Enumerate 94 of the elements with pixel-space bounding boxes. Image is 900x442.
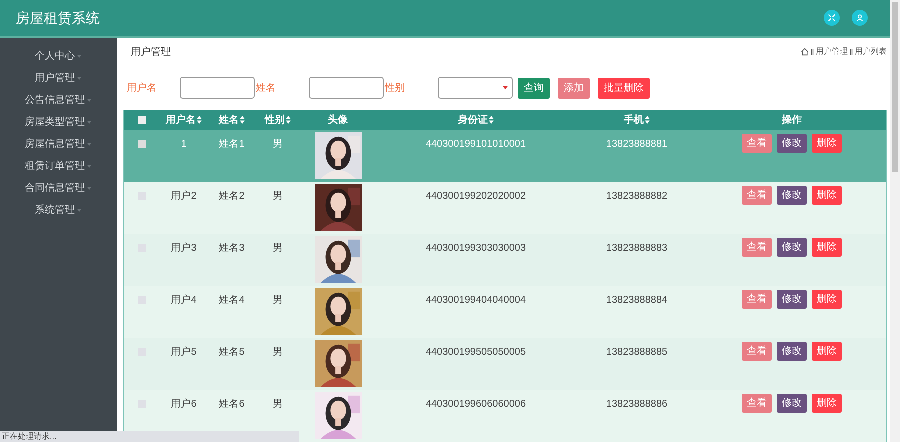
table-cell-text: 440300199202020002 (424, 190, 528, 204)
caret-icon (77, 76, 82, 80)
delete-button[interactable]: 删除 (812, 290, 842, 309)
page-title: 用户管理 (131, 46, 171, 60)
table-cell-text: 440300199101010001 (424, 138, 528, 152)
caret-icon (77, 54, 82, 58)
home-icon[interactable] (801, 48, 809, 56)
table-cell-text: 男 (272, 398, 284, 412)
caret-icon (87, 186, 92, 190)
caret-icon (87, 142, 92, 146)
table-cell-text: 男 (272, 346, 284, 360)
table-cell-text: 用户4 (170, 294, 198, 308)
table-cell-text: 姓名6 (218, 398, 246, 412)
table-cell-text: 440300199505050005 (424, 346, 528, 360)
edit-button[interactable]: 修改 (777, 238, 807, 257)
column-header: 头像 (327, 114, 349, 128)
caret-icon (87, 164, 92, 168)
select-all-checkbox[interactable] (138, 116, 146, 124)
sidebar-item[interactable]: 系统管理 (35, 202, 82, 218)
column-header[interactable]: 用户名 (160, 112, 208, 128)
table-cell-text: 1 (180, 138, 188, 152)
query-button[interactable]: 查询 (518, 78, 550, 99)
table-row[interactable]: 用户5 姓名5 男 440300199505050005 13823888885 查看 修改 删除 (124, 338, 886, 390)
separator-icon (850, 49, 853, 56)
sidebar-item[interactable]: 房屋信息管理 (25, 136, 92, 152)
sidebar-item[interactable]: 个人中心 (35, 48, 82, 64)
search-field[interactable] (309, 77, 384, 100)
table-cell-text: 男 (272, 242, 284, 256)
caret-icon (87, 120, 92, 124)
table-row[interactable]: 1 姓名1 男 440300199101010001 13823888881 查看 修改 删除 (124, 130, 886, 182)
field-label: 用户名 (127, 82, 158, 96)
table-cell-text: 用户6 (170, 398, 198, 412)
delete-button[interactable]: 删除 (812, 186, 842, 205)
delete-button[interactable]: 批量删除 (598, 78, 650, 99)
edit-button[interactable]: 修改 (777, 134, 807, 153)
table-cell-text: 用户5 (170, 346, 198, 360)
field-label: 姓名 (256, 82, 277, 96)
sidebar-item[interactable]: 合同信息管理 (25, 180, 92, 196)
table-row[interactable]: 用户3 姓名3 男 440300199303030003 13823888883 查看 修改 删除 (124, 234, 886, 286)
caret-icon (503, 86, 508, 90)
column-header: 操作 (780, 114, 803, 128)
delete-button[interactable]: 删除 (812, 342, 842, 361)
table-cell-text: 姓名4 (218, 294, 246, 308)
sort-icon[interactable] (286, 116, 291, 124)
table-cell-text: 13823888886 (605, 398, 669, 412)
table-cell-text: 男 (272, 190, 284, 204)
gender-select[interactable] (438, 77, 513, 100)
edit-button[interactable]: 修改 (777, 290, 807, 309)
sidebar-item[interactable]: 公告信息管理 (25, 92, 92, 108)
column-header[interactable]: 手机 (576, 112, 698, 128)
separator-icon (811, 49, 814, 56)
table-cell-text: 13823888881 (605, 138, 669, 152)
table-cell-text: 440300199404040004 (424, 294, 528, 308)
search-field[interactable] (180, 77, 255, 100)
breadcrumb-link[interactable]: 用户管理 (816, 46, 848, 58)
column-header[interactable]: 身份证 (376, 112, 576, 128)
sort-icon[interactable] (489, 116, 494, 124)
table-cell-text: 用户2 (170, 190, 198, 204)
table-cell-text: 男 (272, 294, 284, 308)
breadcrumb-link[interactable]: 用户列表 (855, 46, 887, 58)
sidebar-item[interactable]: 房屋类型管理 (25, 114, 92, 130)
app-title: 房屋租赁系统 (16, 8, 100, 28)
table-cell-text: 用户3 (170, 242, 198, 256)
table-cell-text: 姓名2 (218, 190, 246, 204)
sort-icon[interactable] (645, 116, 650, 124)
caret-icon (77, 208, 82, 212)
column-header[interactable]: 姓名 (208, 112, 256, 128)
table-cell-text: 姓名3 (218, 242, 246, 256)
table-cell-text: 13823888882 (605, 190, 669, 204)
table-cell-text: 姓名1 (218, 138, 246, 152)
table-cell-text: 13823888883 (605, 242, 669, 256)
table-cell-text: 440300199303030003 (424, 242, 528, 256)
table-cell-text: 姓名5 (218, 346, 246, 360)
table-cell-text: 13823888884 (605, 294, 669, 308)
sort-icon[interactable] (240, 116, 245, 124)
column-header[interactable]: 性别 (256, 112, 300, 128)
edit-button[interactable]: 修改 (777, 342, 807, 361)
edit-button[interactable]: 修改 (777, 394, 807, 413)
table-cell-text: 13823888885 (605, 346, 669, 360)
delete-button[interactable]: 删除 (812, 394, 842, 413)
table-cell-text: 440300199606060006 (424, 398, 528, 412)
user-icon[interactable] (852, 10, 868, 26)
delete-button[interactable]: 删除 (812, 238, 842, 257)
status-bar: 正在处理请求... (0, 431, 299, 442)
sidebar-item[interactable]: 用户管理 (35, 70, 82, 86)
field-label: 性别 (385, 82, 406, 96)
edit-button[interactable]: 修改 (777, 186, 807, 205)
row-checkbox[interactable] (138, 140, 146, 148)
table-cell-text: 男 (272, 138, 284, 152)
fullscreen-icon[interactable] (824, 10, 840, 26)
caret-icon (87, 98, 92, 102)
delete-button[interactable]: 删除 (812, 134, 842, 153)
sidebar-item[interactable]: 租赁订单管理 (25, 158, 92, 174)
sort-icon[interactable] (197, 116, 202, 124)
